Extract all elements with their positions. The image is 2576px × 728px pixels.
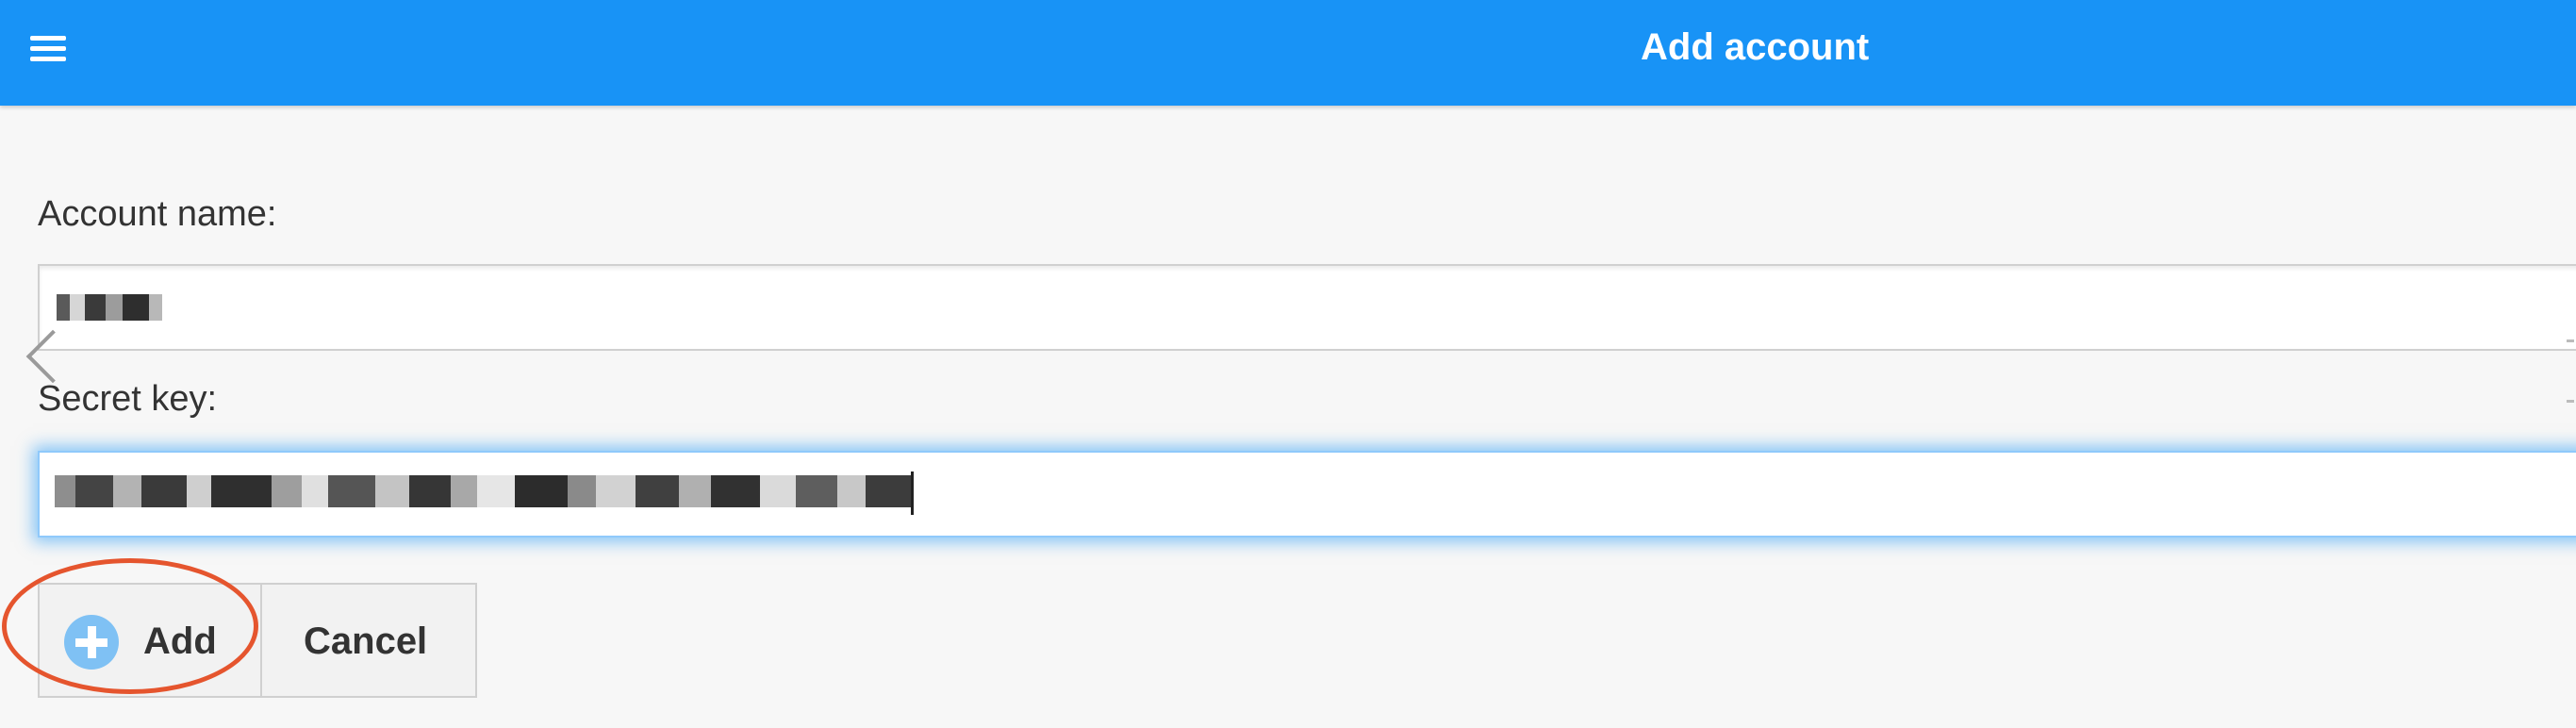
add-button[interactable]: Add [38, 583, 262, 698]
cancel-button-label: Cancel [304, 620, 428, 662]
secret-key-label: Secret key: [38, 379, 218, 419]
plus-circle-icon [64, 615, 119, 670]
secret-key-input[interactable] [38, 451, 2576, 538]
account-name-label: Account name: [38, 194, 277, 234]
add-button-label: Add [143, 620, 217, 662]
page-title: Add account [1641, 26, 1870, 68]
text-cursor [911, 472, 914, 515]
scrollbar-marker [2567, 400, 2574, 403]
account-name-input[interactable] [38, 264, 2576, 351]
cancel-button[interactable]: Cancel [260, 583, 477, 698]
app-header: Add account [0, 0, 2576, 106]
scrollbar-marker [2567, 339, 2574, 342]
hamburger-menu-icon[interactable] [30, 34, 66, 62]
